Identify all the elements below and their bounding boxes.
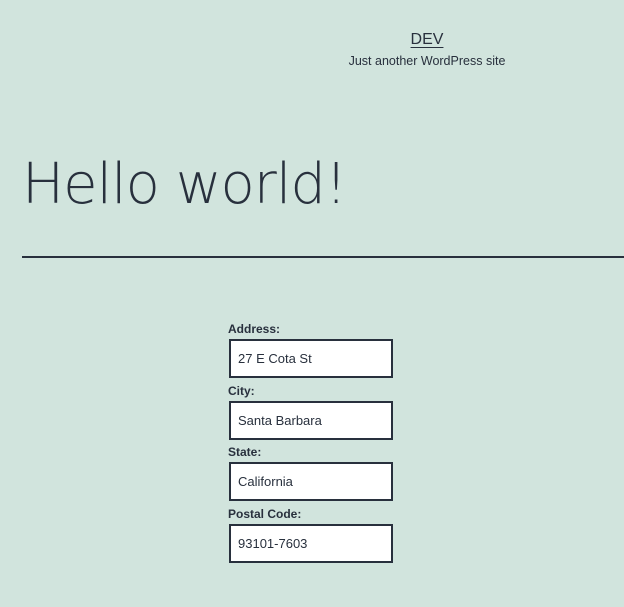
state-label: State: xyxy=(228,445,262,459)
postal-code-input[interactable] xyxy=(229,523,393,563)
title-divider xyxy=(22,256,624,258)
site-title-link[interactable]: DEV xyxy=(400,31,454,49)
address-field-group: Address: xyxy=(228,322,398,384)
address-form: Address: City: State: Postal Code: xyxy=(228,322,398,568)
postal-code-label: Postal Code: xyxy=(228,506,302,521)
postal-code-field-group: Postal Code: xyxy=(228,507,398,569)
page-title: Hello world! xyxy=(22,152,347,217)
city-label: City: xyxy=(228,383,255,398)
city-input[interactable] xyxy=(229,400,393,440)
address-label: Address: xyxy=(228,322,281,336)
site-tagline: Just another WordPress site xyxy=(348,54,506,68)
state-input[interactable] xyxy=(229,462,393,501)
address-input[interactable] xyxy=(229,339,393,378)
site-header: DEV Just another WordPress site xyxy=(0,0,624,80)
state-field-group: State: xyxy=(228,445,398,507)
city-field-group: City: xyxy=(228,384,398,446)
